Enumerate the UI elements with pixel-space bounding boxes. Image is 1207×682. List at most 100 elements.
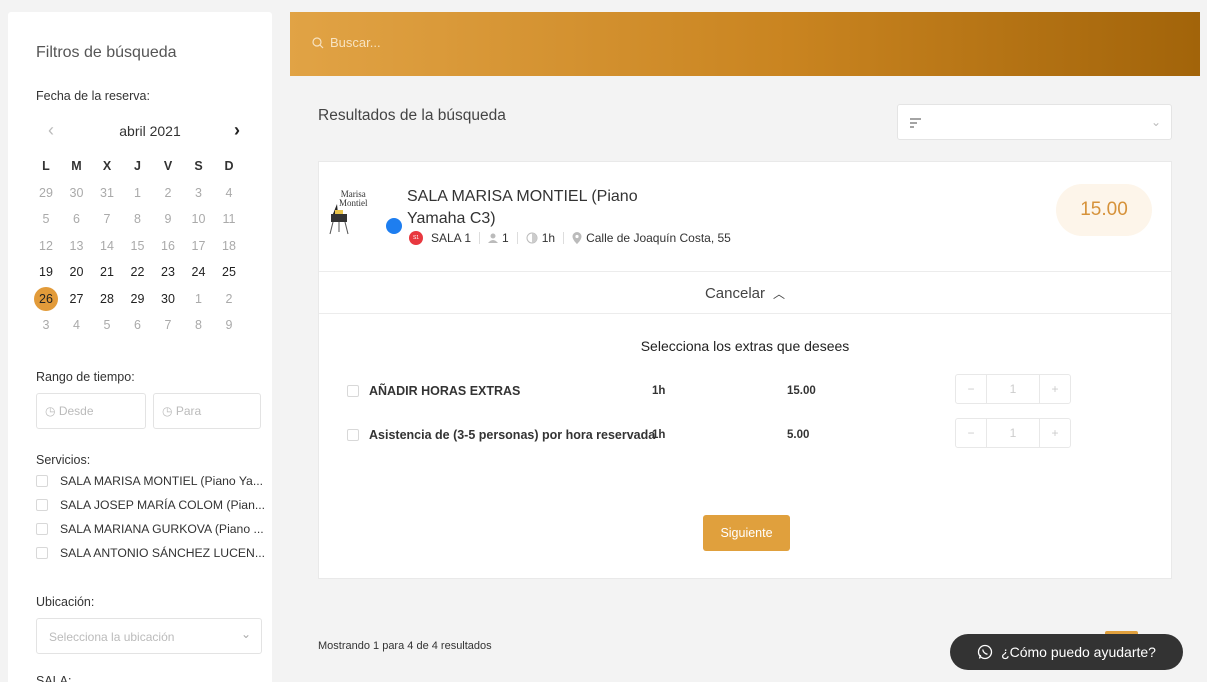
calendar-day[interactable]: 11 <box>217 207 241 231</box>
calendar-weekday: X <box>102 159 112 173</box>
calendar-day[interactable]: 3 <box>187 181 211 205</box>
calendar-day[interactable]: 5 <box>34 207 58 231</box>
service-option[interactable]: SALA ANTONIO SÁNCHEZ LUCEN... <box>36 542 265 564</box>
cancel-button[interactable]: Cancelar ︿ <box>319 272 1171 314</box>
calendar-day[interactable]: 30 <box>156 287 180 311</box>
calendar-day[interactable]: 10 <box>187 207 211 231</box>
calendar-day[interactable]: 5 <box>95 313 119 337</box>
calendar-day[interactable]: 29 <box>34 181 58 205</box>
user-icon <box>488 233 499 243</box>
results-count: Mostrando 1 para 4 de 4 resultados <box>318 640 492 652</box>
calendar-day[interactable]: 6 <box>65 207 89 231</box>
calendar-next-icon[interactable]: › <box>234 120 240 141</box>
calendar-day[interactable]: 27 <box>65 287 89 311</box>
calendar-day[interactable]: 8 <box>187 313 211 337</box>
calendar-weekday: D <box>224 159 234 173</box>
calendar-day[interactable]: 7 <box>156 313 180 337</box>
service-checkbox[interactable] <box>36 547 48 559</box>
sort-icon <box>910 118 921 128</box>
calendar-day[interactable]: 28 <box>95 287 119 311</box>
calendar-day[interactable]: 23 <box>156 260 180 284</box>
calendar-day[interactable]: 1 <box>126 181 150 205</box>
extra-checkbox[interactable] <box>347 385 359 397</box>
search-input[interactable]: Buscar... <box>312 35 381 50</box>
calendar-day[interactable]: 24 <box>187 260 211 284</box>
calendar-day[interactable]: 18 <box>217 234 241 258</box>
calendar-day[interactable]: 4 <box>65 313 89 337</box>
room-meta: S1 SALA 1 1 1h Calle de Joaquín Costa, 5… <box>409 231 731 245</box>
room-name: SALA 1 <box>431 231 472 245</box>
calendar-day[interactable]: 22 <box>126 260 150 284</box>
duration-icon <box>526 232 538 244</box>
service-checkbox[interactable] <box>36 523 48 535</box>
calendar-weekday: J <box>134 159 141 173</box>
calendar-day[interactable]: 31 <box>95 181 119 205</box>
calendar-day[interactable]: 6 <box>126 313 150 337</box>
service-option[interactable]: SALA JOSEP MARÍA COLOM (Pian... <box>36 494 265 516</box>
sala-label: SALA: <box>36 674 72 682</box>
time-range-label: Rango de tiempo: <box>36 370 135 384</box>
service-option[interactable]: SALA MARIANA GURKOVA (Piano ... <box>36 518 264 540</box>
calendar-day[interactable]: 17 <box>187 234 211 258</box>
calendar-weekday: V <box>163 159 173 173</box>
quantity-value[interactable]: 1 <box>986 419 1040 447</box>
calendar-day[interactable]: 25 <box>217 260 241 284</box>
calendar-day[interactable]: 7 <box>95 207 119 231</box>
room-title[interactable]: SALA MARISA MONTIEL (Piano Yamaha C3) <box>407 186 667 230</box>
calendar-day[interactable]: 15 <box>126 234 150 258</box>
calendar-day[interactable]: 13 <box>65 234 89 258</box>
extra-name: AÑADIR HORAS EXTRAS <box>369 384 521 398</box>
time-to-input[interactable]: ◷ Para <box>153 393 261 429</box>
increment-button[interactable]: + <box>1040 375 1070 403</box>
service-checkbox[interactable] <box>36 499 48 511</box>
calendar-day[interactable]: 20 <box>65 260 89 284</box>
location-label: Ubicación: <box>36 595 95 609</box>
extras-title: Selecciona los extras que desees <box>640 338 850 354</box>
calendar-day[interactable]: 30 <box>65 181 89 205</box>
calendar-day[interactable]: 19 <box>34 260 58 284</box>
time-from-input[interactable]: ◷ Desde <box>36 393 146 429</box>
next-button[interactable]: Siguiente <box>703 515 790 551</box>
calendar-day[interactable]: 2 <box>156 181 180 205</box>
calendar-weekday: L <box>42 159 50 173</box>
calendar-day[interactable]: 26 <box>34 286 58 311</box>
calendar-day[interactable]: 12 <box>34 234 58 258</box>
location-select[interactable]: Selecciona la ubicación ⌄ <box>36 618 262 654</box>
calendar-day[interactable]: 16 <box>156 234 180 258</box>
calendar-day[interactable]: 1 <box>187 287 211 311</box>
calendar-weekday: S <box>194 159 203 173</box>
clock-icon: ◷ <box>162 404 176 418</box>
calendar-day[interactable]: 14 <box>95 234 119 258</box>
clock-icon: ◷ <box>45 404 59 418</box>
services-label: Servicios: <box>36 453 91 467</box>
increment-button[interactable]: + <box>1040 419 1070 447</box>
quantity-stepper: − 1 + <box>955 418 1071 448</box>
sort-select[interactable]: ⌄ <box>897 104 1172 140</box>
service-option[interactable]: SALA MARISA MONTIEL (Piano Ya... <box>36 470 263 492</box>
quantity-stepper: − 1 + <box>955 374 1071 404</box>
extra-checkbox[interactable] <box>347 429 359 441</box>
quantity-value[interactable]: 1 <box>986 375 1040 403</box>
calendar-day[interactable]: 2 <box>217 287 241 311</box>
decrement-button[interactable]: − <box>956 375 986 403</box>
status-dot <box>386 218 402 234</box>
calendar-day[interactable]: 4 <box>217 181 241 205</box>
room-logo: Marisa Montiel <box>327 186 368 238</box>
extra-duration: 1h <box>652 385 666 397</box>
date-label: Fecha de la reserva: <box>36 89 150 103</box>
calendar-day[interactable]: 9 <box>156 207 180 231</box>
calendar-month: abril 2021 <box>119 123 181 139</box>
calendar-day[interactable]: 3 <box>34 313 58 337</box>
service-checkbox[interactable] <box>36 475 48 487</box>
price-badge: 15.00 <box>1056 184 1152 236</box>
calendar-day[interactable]: 8 <box>126 207 150 231</box>
calendar-day[interactable]: 21 <box>95 260 119 284</box>
calendar-day[interactable]: 29 <box>126 287 150 311</box>
decrement-button[interactable]: − <box>956 419 986 447</box>
filters-sidebar: Filtros de búsqueda Fecha de la reserva:… <box>8 12 272 682</box>
chevron-up-icon: ︿ <box>773 286 786 301</box>
extra-price: 15.00 <box>787 385 816 397</box>
whatsapp-chat-button[interactable]: ¿Cómo puedo ayudarte? <box>950 634 1183 670</box>
search-bar: Buscar... <box>290 12 1200 76</box>
calendar-day[interactable]: 9 <box>217 313 241 337</box>
